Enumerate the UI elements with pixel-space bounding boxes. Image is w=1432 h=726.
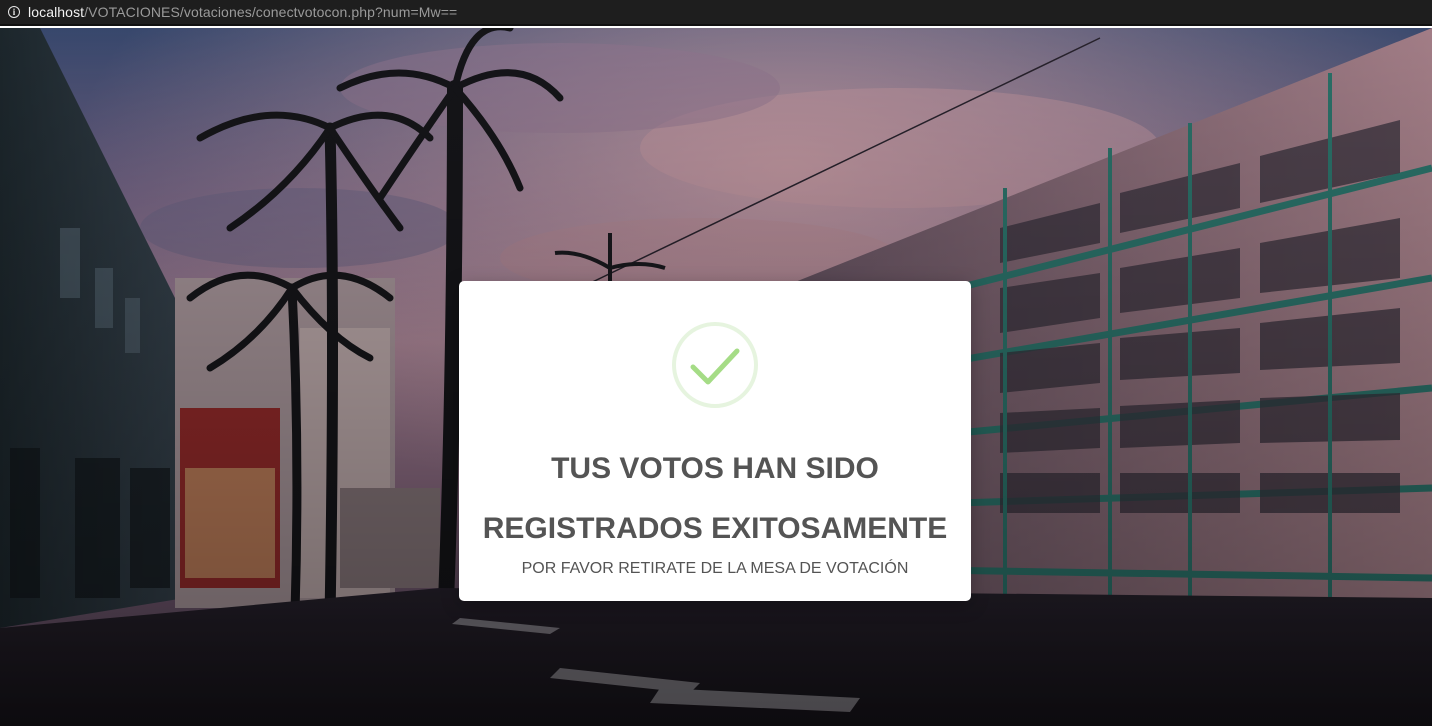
url-text[interactable]: localhost/VOTACIONES/votaciones/conectvo…: [28, 4, 457, 20]
info-icon[interactable]: i: [8, 6, 20, 18]
dialog-title-line-2: REGISTRADOS EXITOSAMENTE: [482, 512, 948, 545]
url-host: localhost: [28, 4, 85, 20]
success-check-icon: [672, 322, 758, 408]
browser-address-bar[interactable]: i localhost/VOTACIONES/votaciones/conect…: [0, 0, 1432, 26]
dialog-title-line-1: TUS VOTOS HAN SIDO: [551, 452, 879, 485]
dialog-subtitle: POR FAVOR RETIRATE DE LA MESA DE VOTACIÓ…: [521, 560, 909, 577]
success-dialog: TUS VOTOS HAN SIDO REGISTRADOS EXITOSAME…: [459, 281, 971, 601]
url-path: /VOTACIONES/votaciones/conectvotocon.php…: [84, 4, 458, 20]
